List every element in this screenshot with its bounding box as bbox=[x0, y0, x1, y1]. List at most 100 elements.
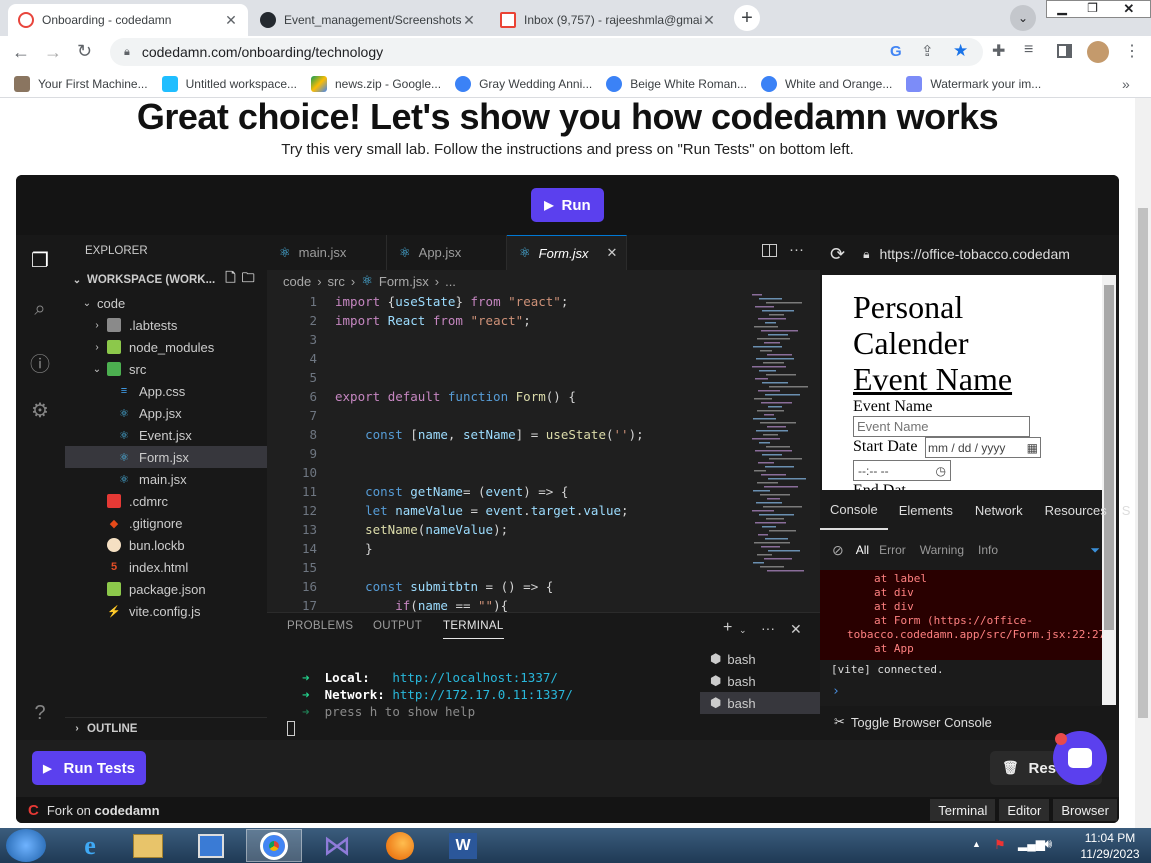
tree-item-bun-lockb[interactable]: bun.lockb bbox=[65, 534, 267, 556]
tree-item-app-css[interactable]: ≡ App.css bbox=[65, 380, 267, 402]
start-time-input[interactable]: --:-- -- ◷ bbox=[853, 460, 951, 481]
tree-item-main-jsx[interactable]: ⚛ main.jsx bbox=[65, 468, 267, 490]
scrollbar-thumb[interactable] bbox=[1138, 208, 1148, 718]
google-lens-icon[interactable]: G bbox=[890, 43, 902, 60]
panel-tab-output[interactable]: OUTPUT bbox=[373, 620, 422, 632]
clock-time[interactable]: 11:04 PM bbox=[1074, 831, 1146, 845]
filter-warning[interactable]: Warning bbox=[920, 543, 964, 557]
new-terminal-plus-icon[interactable]: + bbox=[723, 620, 732, 636]
bookmark-item[interactable]: Untitled workspace... bbox=[161, 75, 297, 92]
footer-terminal-button[interactable]: Terminal bbox=[930, 799, 996, 821]
clock-date[interactable]: 11/29/2023 bbox=[1074, 847, 1146, 861]
browser-tab-github[interactable]: Event_management/Screenshots ✕ bbox=[250, 4, 486, 36]
preview-url[interactable]: https://office-tobacco.codedam bbox=[879, 246, 1069, 262]
workspace-header[interactable]: ⌄ WORKSPACE (WORK... 🗋 🗀 bbox=[65, 269, 267, 291]
panel-tab-problems[interactable]: PROBLEMS bbox=[287, 620, 353, 632]
minimap[interactable] bbox=[752, 292, 812, 582]
tree-item-cdmrc[interactable]: .cdmrc bbox=[65, 490, 267, 512]
tree-item-package-json[interactable]: package.json bbox=[65, 578, 267, 600]
close-tab-icon[interactable]: ✕ bbox=[224, 12, 238, 29]
forward-arrow-icon[interactable]: → bbox=[44, 42, 62, 63]
chrome-icon[interactable] bbox=[246, 829, 302, 862]
tree-item-labtests[interactable]: › .labtests bbox=[65, 314, 267, 336]
tree-item-src[interactable]: ⌄ src bbox=[65, 358, 267, 380]
terminal-instance-3[interactable]: ⬢ bash bbox=[700, 692, 820, 714]
extensions-icon[interactable]: ✚ bbox=[992, 41, 1005, 61]
share-icon[interactable]: ⇪ bbox=[921, 42, 934, 60]
filter-error[interactable]: Error bbox=[879, 543, 906, 557]
tree-item-event-jsx[interactable]: ⚛ Event.jsx bbox=[65, 424, 267, 446]
browser-tab-active[interactable]: Onboarding - codedamn ✕ bbox=[8, 4, 248, 36]
run-tests-button[interactable]: ▶ Run Tests bbox=[32, 751, 146, 785]
volume-icon[interactable]: 🔊︎ bbox=[1044, 836, 1052, 852]
chat-support-button[interactable] bbox=[1053, 731, 1107, 785]
filter-info[interactable]: Info bbox=[978, 543, 998, 557]
bookmark-item[interactable]: Your First Machine... bbox=[14, 75, 148, 92]
devtools-tab-overflow[interactable]: S bbox=[1118, 503, 1131, 518]
code-editor[interactable]: 1 import {useState} from "react"; 2 import … bbox=[267, 292, 820, 612]
tree-item-form-jsx[interactable]: ⚛ Form.jsx bbox=[65, 446, 267, 468]
minimize-icon[interactable]: ▁ bbox=[1047, 1, 1077, 17]
tree-item-index-html[interactable]: 5 index.html bbox=[65, 556, 267, 578]
filter-funnel-icon[interactable]: ⏷ bbox=[1090, 543, 1100, 558]
start-date-input[interactable]: mm / dd / yyyy ▦ bbox=[925, 437, 1041, 458]
tree-item-node-modules[interactable]: › node_modules bbox=[65, 336, 267, 358]
back-arrow-icon[interactable]: ← bbox=[12, 42, 30, 63]
media-player-icon[interactable] bbox=[183, 829, 239, 862]
firefox-icon[interactable] bbox=[372, 829, 428, 862]
bookmark-item[interactable]: Beige White Roman... bbox=[606, 75, 747, 92]
close-tab-icon[interactable]: ✕ bbox=[702, 12, 716, 29]
outline-section[interactable]: › OUTLINE bbox=[65, 717, 267, 739]
page-scrollbar[interactable] bbox=[1135, 98, 1151, 828]
browser-menu-icon[interactable]: ⋮ bbox=[1124, 41, 1140, 61]
more-bookmarks-icon[interactable]: » bbox=[1122, 76, 1130, 92]
console-prompt-icon[interactable]: › bbox=[832, 684, 840, 699]
file-explorer-icon[interactable] bbox=[120, 829, 176, 862]
terminal-dropdown-chevron-icon[interactable]: ⌄ bbox=[739, 625, 747, 636]
reload-icon[interactable]: ↻ bbox=[77, 41, 92, 62]
close-panel-icon[interactable]: ✕ bbox=[790, 621, 802, 638]
files-icon[interactable]: ❐ bbox=[28, 248, 52, 272]
visual-studio-icon[interactable]: ⋈ bbox=[309, 829, 365, 862]
tree-item-code[interactable]: ⌄ code bbox=[65, 292, 267, 314]
tab-search-chevron-icon[interactable]: ⌄ bbox=[1010, 5, 1036, 31]
tree-item-vite-config[interactable]: ⚡ vite.config.js bbox=[65, 600, 267, 622]
terminal-instance-2[interactable]: ⬢ bash bbox=[700, 670, 820, 692]
profile-avatar[interactable] bbox=[1087, 41, 1109, 63]
close-tab-icon[interactable]: ✕ bbox=[607, 245, 618, 261]
tree-item-gitignore[interactable]: ◆ .gitignore bbox=[65, 512, 267, 534]
network-signal-icon[interactable]: ▂▄▆ bbox=[1018, 837, 1045, 851]
scrollbar-thumb[interactable] bbox=[1104, 285, 1114, 630]
panel-more-icon[interactable]: ··· bbox=[761, 620, 775, 636]
editor-tab-app[interactable]: ⚛ App.jsx bbox=[387, 235, 507, 270]
address-bar[interactable]: 🔒︎ codedamn.com/onboarding/technology bbox=[110, 38, 983, 66]
help-icon[interactable]: ? bbox=[28, 702, 52, 726]
restore-icon[interactable]: ❐ bbox=[1077, 1, 1107, 17]
bookmark-star-icon[interactable]: ★ bbox=[953, 41, 968, 61]
bookmark-item[interactable]: news.zip - Google... bbox=[311, 75, 441, 92]
word-icon[interactable]: W bbox=[435, 829, 491, 862]
new-file-icon[interactable]: 🗋 bbox=[225, 269, 235, 291]
internet-explorer-icon[interactable]: e bbox=[62, 829, 118, 862]
windows-start-button[interactable] bbox=[6, 829, 46, 862]
footer-browser-button[interactable]: Browser bbox=[1053, 799, 1117, 821]
info-icon[interactable]: ⓘ bbox=[28, 348, 52, 376]
browser-tab-gmail[interactable]: Inbox (9,757) - rajeeshmla@gmail ✕ bbox=[490, 4, 726, 36]
bookmark-item[interactable]: Watermark your im... bbox=[906, 75, 1041, 92]
devtools-tab-elements[interactable]: Elements bbox=[888, 503, 964, 518]
footer-editor-button[interactable]: Editor bbox=[999, 799, 1050, 821]
window-close-icon[interactable]: ✕ bbox=[1107, 1, 1150, 17]
fork-link[interactable]: Fork on codedamn bbox=[47, 803, 160, 818]
new-folder-icon[interactable]: 🗀 bbox=[242, 269, 255, 291]
refresh-icon[interactable]: ⟳ bbox=[830, 244, 845, 265]
preview-scrollbar[interactable] bbox=[1102, 275, 1116, 705]
devtools-tab-network[interactable]: Network bbox=[964, 503, 1034, 518]
panel-tab-terminal[interactable]: TERMINAL bbox=[443, 620, 504, 639]
tree-item-app-jsx[interactable]: ⚛ App.jsx bbox=[65, 402, 267, 424]
editor-tab-form[interactable]: ⚛ Form.jsx ✕ bbox=[507, 235, 627, 270]
new-tab-button[interactable]: + bbox=[734, 5, 760, 31]
filter-all[interactable]: All bbox=[856, 543, 869, 557]
event-name-input[interactable] bbox=[853, 416, 1030, 437]
devtools-tab-resources[interactable]: Resources bbox=[1034, 503, 1118, 518]
bookmark-item[interactable]: White and Orange... bbox=[760, 75, 892, 92]
